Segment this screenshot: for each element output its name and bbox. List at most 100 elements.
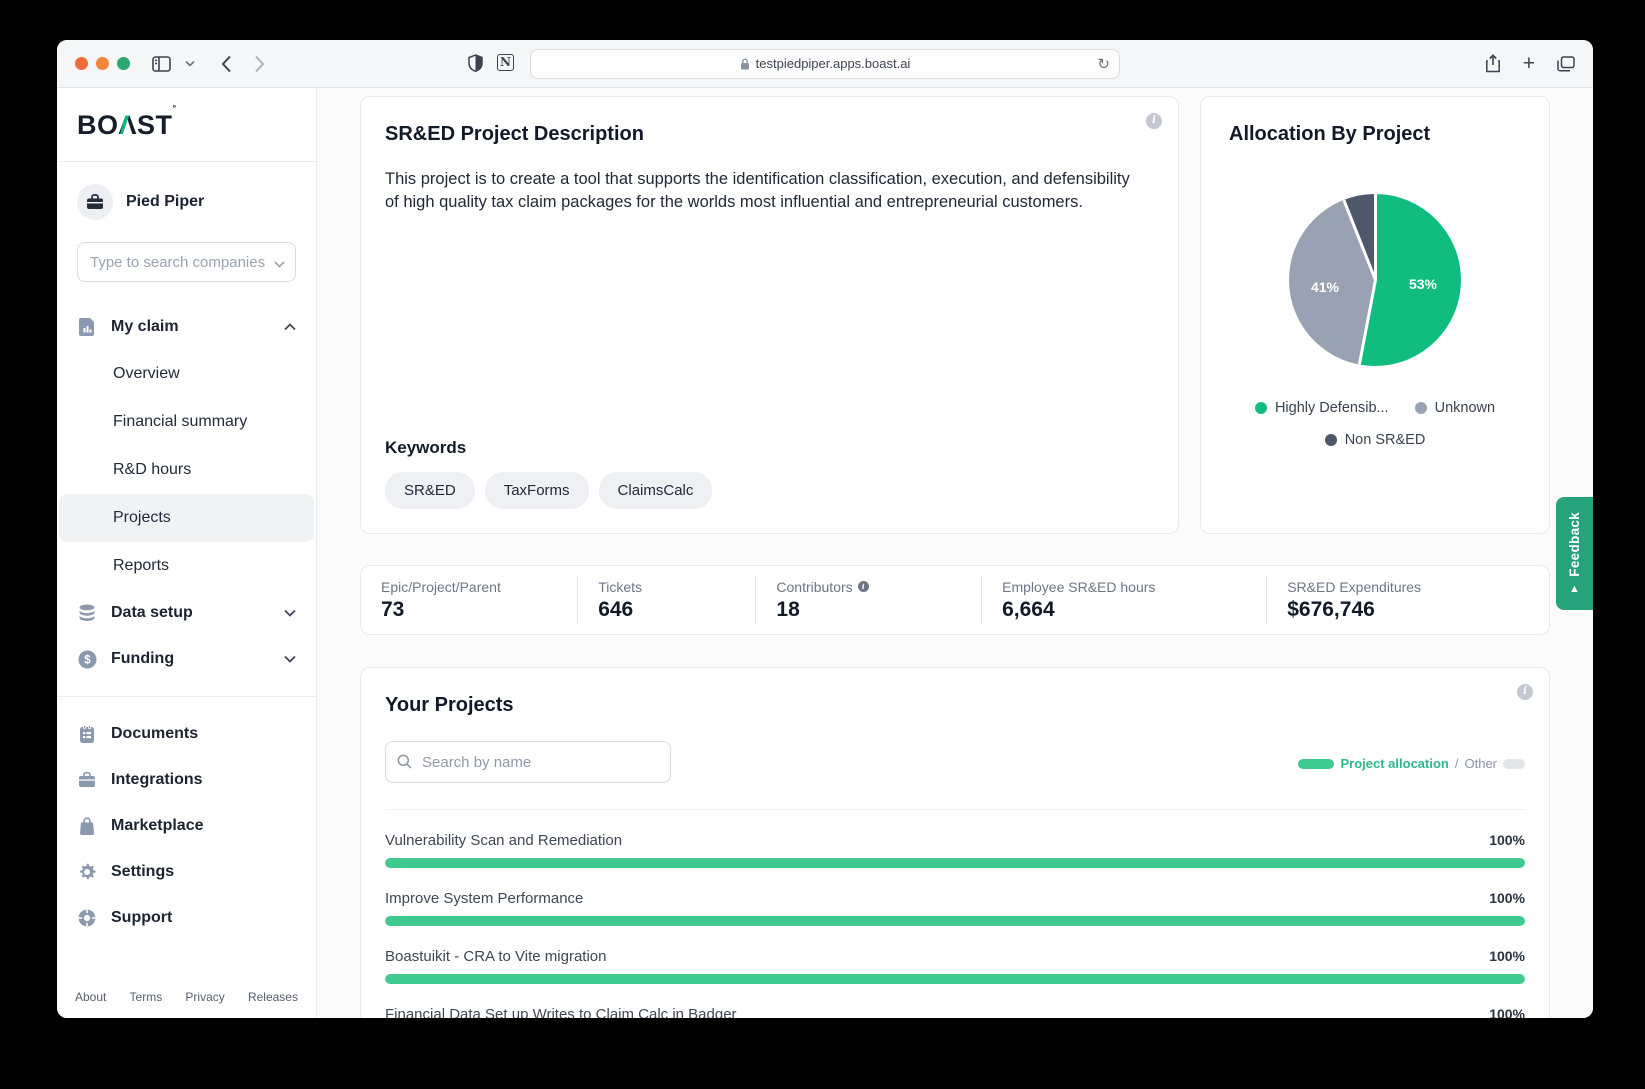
zoom-window-button[interactable] [117,57,130,70]
main-content: SR&ED Project Description i This project… [317,88,1593,1018]
sidebar-toggle-icon[interactable] [152,56,171,72]
stat-cell: SR&ED Expenditures$676,746 [1266,576,1549,624]
footer-link-about[interactable]: About [75,990,106,1004]
legend-item[interactable]: Unknown [1415,400,1495,416]
address-bar[interactable]: testpiedpiper.apps.boast.ai ↻ [530,49,1120,79]
project-percent: 100% [1489,948,1525,964]
stat-value: 18 [776,598,961,622]
svg-text:$: $ [84,654,91,666]
footer-link-privacy[interactable]: Privacy [185,990,224,1004]
back-button[interactable] [221,55,232,73]
keyword-chip[interactable]: ClaimsCalc [599,472,713,509]
sidebar-item-my-claim[interactable]: My claim [57,304,316,350]
project-row[interactable]: Boastuikit - CRA to Vite migration 100% [385,948,1525,984]
allocation-bar [385,974,1525,984]
keyword-chip[interactable]: SR&ED [385,472,475,509]
project-search-input[interactable] [385,741,671,783]
other-pill [1503,759,1525,769]
chevron-down-icon[interactable] [185,60,195,67]
sidebar-subitem-reports[interactable]: Reports [59,542,314,590]
legend-item[interactable]: Highly Defensib... [1255,400,1389,416]
company-name: Pied Piper [126,193,204,211]
desktop-background: N testpiedpiper.apps.boast.ai ↻ + [0,0,1645,1089]
sidebar-item-funding[interactable]: $ Funding [57,636,316,682]
stat-cell: Employee SR&ED hours 6,664 [981,576,1266,624]
url-text: testpiedpiper.apps.boast.ai [756,56,911,71]
allocation-bar-track [385,974,1525,984]
toolbox-icon [77,772,97,788]
sidebar-item-data-setup[interactable]: Data setup [57,590,316,636]
sidebar-item-marketplace[interactable]: Marketplace [57,803,316,849]
feedback-button[interactable]: Feedback ▲ [1556,497,1593,610]
project-row[interactable]: Vulnerability Scan and Remediation100% [385,832,1525,868]
pie-label-green: 53% [1409,276,1437,292]
stat-label: Employee SR&ED hours [1002,579,1246,595]
allocation-bar-track [385,916,1525,926]
sidebar-subitem-projects[interactable]: Projects [59,494,314,542]
forward-button[interactable] [254,55,265,73]
stat-value: 646 [598,598,735,622]
project-name: Boastuikit - CRA to Vite migration [385,948,606,965]
allocation-bar [385,916,1525,926]
info-icon[interactable]: i [858,581,869,592]
project-row[interactable]: Financial Data Set up Writes to Claim Ca… [385,1006,1525,1018]
stat-value: 73 [381,598,557,622]
browser-toolbar: N testpiedpiper.apps.boast.ai ↻ + [57,40,1593,88]
shopping-bag-icon [77,817,97,835]
stat-cell: Tickets 646 [577,576,755,624]
close-window-button[interactable] [75,57,88,70]
project-name: Vulnerability Scan and Remediation [385,832,622,849]
stats-card: Epic/Project/Parent73Tickets646Contribut… [360,565,1550,635]
bar-legend: Project allocation / Other [1298,756,1525,783]
sidebar-item-label: Documents [111,725,198,743]
keyword-chip[interactable]: TaxForms [485,472,589,509]
info-icon[interactable]: i [1517,684,1533,700]
tab-overview-icon[interactable] [1557,56,1575,72]
share-icon[interactable] [1485,54,1501,73]
company-switcher[interactable]: Pied Piper [57,180,316,224]
info-icon[interactable]: i [1146,113,1162,129]
allocation-title: Allocation By Project [1229,123,1521,146]
claim-chart-icon [77,318,97,336]
lock-icon [740,58,750,70]
database-icon [77,604,97,622]
pie-label-gray: 41% [1311,279,1339,295]
sidebar-subitem-r-d-hours[interactable]: R&D hours [59,446,314,494]
sidebar-subitem-overview[interactable]: Overview [59,350,314,398]
sidebar: BOΛΛST° Pied Piper [57,88,317,1018]
briefcase-icon [77,184,113,220]
legend-dot [1255,402,1267,414]
sidebar-item-label: Marketplace [111,817,204,835]
keywords-title: Keywords [385,438,1154,458]
sidebar-item-support[interactable]: Support [57,895,316,941]
other-legend-label: Other [1464,756,1497,771]
pie-legend: Highly Defensib... Unknown Non SR&ED [1229,400,1521,448]
stat-label: Tickets [598,579,735,595]
reload-icon[interactable]: ↻ [1097,55,1110,73]
stat-value: $676,746 [1287,598,1529,622]
sidebar-subitem-financial-summary[interactable]: Financial summary [59,398,314,446]
allocation-legend-label: Project allocation [1340,756,1448,771]
project-rows: Vulnerability Scan and Remediation100%Im… [385,809,1525,1018]
new-tab-button[interactable]: + [1523,56,1535,72]
sidebar-item-integrations[interactable]: Integrations [57,757,316,803]
project-row[interactable]: Improve System Performance100% [385,890,1525,926]
project-percent: 100% [1489,890,1525,906]
footer-link-releases[interactable]: Releases [248,990,298,1004]
sidebar-item-documents[interactable]: Documents [57,711,316,757]
notion-extension-icon[interactable]: N [497,54,514,71]
project-description-card: SR&ED Project Description i This project… [360,96,1179,534]
feedback-label: Feedback [1567,512,1582,577]
chevron-down-icon [284,650,296,668]
allocation-pie-chart[interactable]: 53% 41% [1289,194,1461,366]
minimize-window-button[interactable] [96,57,109,70]
company-search-input[interactable] [77,242,296,282]
stat-label: Contributorsi [776,579,961,595]
footer-link-terms[interactable]: Terms [130,990,163,1004]
sidebar-item-label: Support [111,909,172,927]
sidebar-item-settings[interactable]: Settings [57,849,316,895]
legend-item[interactable]: Non SR&ED [1325,432,1426,448]
stat-value: 6,664 [1002,598,1246,622]
chevron-up-icon [284,318,296,336]
shield-extension-icon[interactable] [468,54,483,72]
